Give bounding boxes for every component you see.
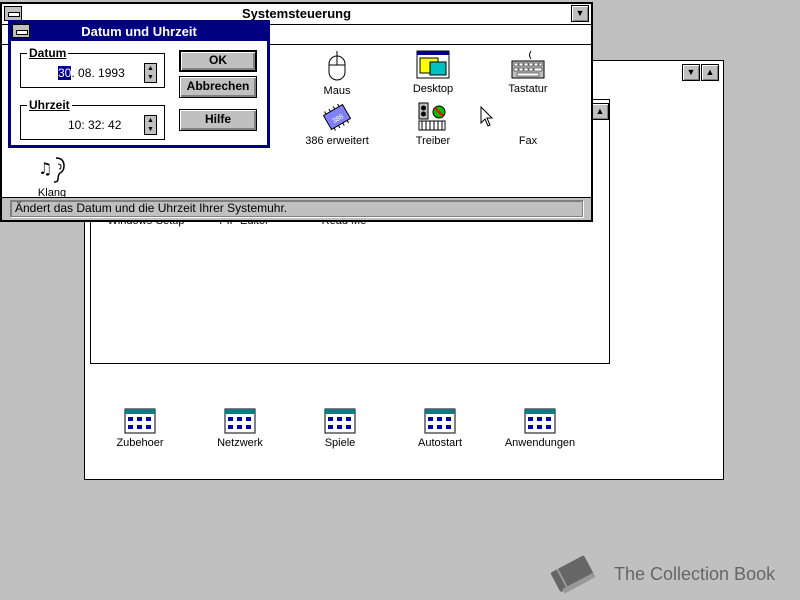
control-panel-title: Systemsteuerung (241, 6, 352, 21)
status-bar: Ändert das Datum und die Uhrzeit Ihrer S… (2, 197, 591, 220)
cp-item-desktop[interactable]: Desktop (388, 50, 478, 95)
group-item-autostart[interactable]: Autostart (395, 408, 485, 449)
program-group-icon (324, 408, 356, 434)
group-label: Anwendungen (504, 437, 576, 449)
group-label: Spiele (324, 437, 356, 449)
cp-item-label: Fax (518, 135, 538, 147)
cp-item-treiber[interactable]: Treiber (388, 102, 478, 147)
dialog-title: Datum und Uhrzeit (81, 24, 197, 39)
help-button[interactable]: Hilfe (179, 109, 257, 131)
cancel-button[interactable]: Abbrechen (179, 76, 257, 98)
date-spinner[interactable]: ▲ ▼ (144, 63, 157, 83)
desktop-icon (416, 50, 450, 79)
group-maximize-button[interactable]: ▲ (591, 103, 609, 120)
dialog-system-menu-button[interactable] (12, 24, 30, 38)
program-group-icon (524, 408, 556, 434)
dialog-body: Datum 30. 08. 1993 ▲ ▼ Uhrzeit 10: 32: 42… (11, 41, 267, 145)
system-menu-button[interactable] (4, 6, 22, 21)
time-group-label: Uhrzeit (27, 98, 72, 112)
cp-item-label: 386 erweitert (305, 135, 369, 147)
fax-icon (483, 102, 573, 132)
cp-item-label: Maus (323, 85, 351, 97)
status-text: Ändert das Datum und die Uhrzeit Ihrer S… (15, 201, 288, 215)
time-spinner[interactable]: ▲ ▼ (144, 115, 157, 135)
group-label: Netzwerk (217, 437, 263, 449)
cp-item-386-erweitert[interactable]: 386 386 erweitert (292, 102, 382, 147)
drivers-icon (418, 102, 446, 131)
cp-item-label: Desktop (412, 83, 454, 95)
cancel-label: Abbrechen (186, 79, 250, 93)
cp-item-maus[interactable]: Maus (292, 50, 382, 97)
minimize-button[interactable]: ▼ (682, 64, 700, 81)
sound-icon: ♫ (38, 157, 65, 183)
ok-button[interactable]: OK (179, 50, 257, 72)
ok-label: OK (209, 53, 227, 67)
mouse-icon (328, 51, 346, 81)
date-group-label: Datum (27, 46, 69, 60)
time-field[interactable]: 10: 32: 42 (68, 118, 121, 132)
cp-item-label: Treiber (415, 135, 451, 147)
date-group: Datum 30. 08. 1993 ▲ ▼ (20, 46, 165, 88)
watermark: The Collection Book (548, 552, 788, 598)
minimize-button[interactable]: ▼ (571, 5, 589, 22)
cp-item-klang[interactable]: ♫ Klang (7, 154, 97, 199)
cp-item-fax[interactable]: Fax (483, 102, 573, 147)
date-day-selected[interactable]: 30 (58, 66, 72, 80)
cp-item-tastatur[interactable]: Tastatur (483, 50, 573, 95)
mouse-pointer-icon (480, 106, 494, 127)
program-group-icon (424, 408, 456, 434)
date-time-dialog: Datum und Uhrzeit Datum 30. 08. 1993 ▲ ▼ … (8, 20, 270, 148)
maximize-button[interactable]: ▲ (701, 64, 719, 81)
watermark-text: The Collection Book (614, 564, 776, 584)
svg-text:♫: ♫ (38, 159, 52, 178)
cp-item-label: Tastatur (508, 83, 548, 95)
book-icon (550, 555, 596, 594)
chip-icon: 386 (322, 103, 352, 131)
date-rest: . 08. 1993 (71, 66, 125, 80)
time-group: Uhrzeit 10: 32: 42 ▲ ▼ (20, 98, 165, 140)
dialog-titlebar[interactable]: Datum und Uhrzeit (11, 23, 267, 40)
group-item-spiele[interactable]: Spiele (295, 408, 385, 449)
keyboard-icon (511, 50, 545, 79)
group-item-netzwerk[interactable]: Netzwerk (195, 408, 285, 449)
group-label: Autostart (417, 437, 463, 449)
group-item-anwendungen[interactable]: Anwendungen (495, 408, 585, 449)
group-label: Zubehoer (116, 437, 164, 449)
program-group-icon (224, 408, 256, 434)
status-text-box: Ändert das Datum und die Uhrzeit Ihrer S… (10, 200, 583, 217)
program-group-icon (124, 408, 156, 434)
help-label: Hilfe (204, 112, 231, 126)
group-item-zubehoer[interactable]: Zubehoer (95, 408, 185, 449)
date-field[interactable]: 30. 08. 1993 (58, 66, 125, 80)
time-value: 10: 32: 42 (68, 118, 122, 132)
